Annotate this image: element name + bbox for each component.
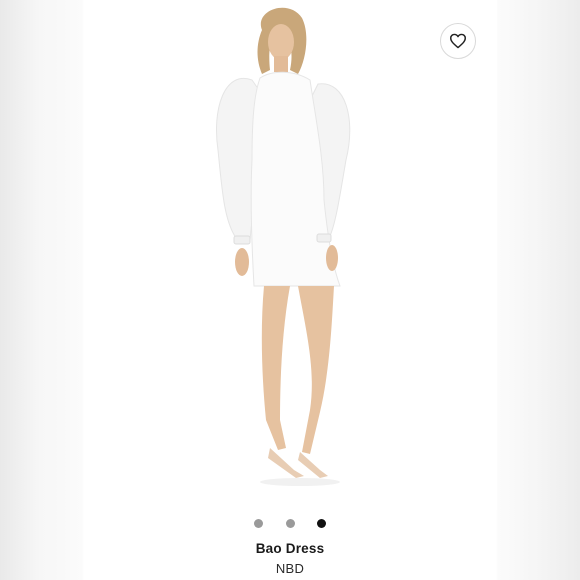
favorite-button[interactable]: [440, 23, 476, 59]
gallery-dot-1[interactable]: [254, 519, 263, 528]
gallery-pagination: [0, 519, 580, 529]
product-name[interactable]: Bao Dress: [0, 541, 580, 556]
gallery-dot-2[interactable]: [286, 519, 295, 528]
gallery-dot-3[interactable]: [317, 519, 326, 528]
model-illustration: [216, 7, 351, 486]
product-image[interactable]: [84, 0, 497, 510]
heart-icon: [449, 33, 466, 49]
product-brand[interactable]: NBD: [0, 561, 580, 576]
